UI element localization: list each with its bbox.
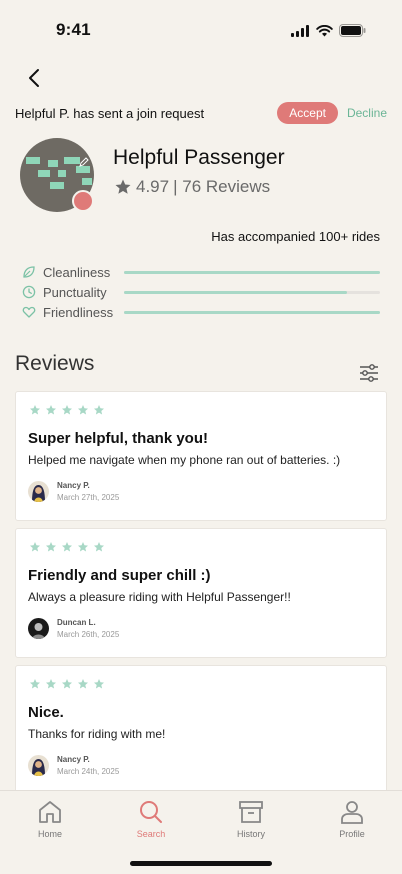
trait-label: Cleanliness [43, 264, 111, 280]
star-rating [29, 404, 374, 416]
avatar [28, 755, 49, 776]
trait-friendliness: Friendliness [22, 302, 380, 322]
sliders-icon [360, 364, 378, 382]
filter-button[interactable] [358, 362, 380, 384]
home-icon [39, 801, 61, 823]
reviewer-name: Nancy P. [57, 481, 90, 490]
tab-search[interactable]: Search [111, 799, 191, 839]
star-icon [46, 679, 56, 689]
rating-value: 4.97 [136, 177, 170, 196]
trait-bar [124, 310, 380, 314]
trait-cleanliness: Cleanliness [22, 262, 380, 282]
wifi-icon [316, 24, 333, 36]
star-icon [62, 405, 72, 415]
reviews-title: Reviews [15, 352, 95, 375]
star-icon [94, 679, 104, 689]
star-icon [30, 679, 40, 689]
review-body: Always a pleasure riding with Helpful Pa… [28, 590, 291, 604]
reviewer: Duncan L. March 26th, 2025 [28, 618, 374, 639]
archive-icon [239, 801, 263, 823]
avatar-status-badge [72, 190, 94, 212]
heart-icon [22, 306, 36, 318]
tab-label: Search [136, 829, 166, 839]
chevron-left-icon [29, 69, 39, 87]
star-icon [62, 542, 72, 552]
trait-punctuality: Punctuality [22, 282, 380, 302]
star-icon [78, 679, 88, 689]
back-button[interactable] [22, 66, 46, 90]
battery-icon [339, 24, 366, 37]
review-card[interactable]: Nice. Thanks for riding with me! Nancy P… [15, 665, 387, 790]
review-body: Helped me navigate when my phone ran out… [28, 453, 341, 467]
star-icon [62, 679, 72, 689]
status-icons [291, 24, 366, 37]
join-request-row: Helpful P. has sent a join request Accep… [15, 102, 387, 124]
status-bar: 9:41 [0, 0, 402, 54]
user-icon [341, 801, 363, 824]
home-indicator [130, 861, 272, 866]
review-title: Nice. [28, 704, 64, 721]
pencil-icon [79, 157, 89, 167]
review-card[interactable]: Friendly and super chill :) Always a ple… [15, 528, 387, 658]
reviewer: Nancy P. March 24th, 2025 [28, 755, 374, 776]
leaf-icon [23, 266, 35, 278]
review-title: Super helpful, thank you! [28, 430, 209, 447]
reviews-count: | 76 Reviews [173, 177, 271, 196]
profile-name: Helpful Passenger [113, 146, 285, 169]
avatar [28, 481, 49, 502]
search-icon [140, 801, 162, 823]
reviewer-name: Nancy P. [57, 755, 90, 764]
star-icon [94, 405, 104, 415]
reviewer-name: Duncan L. [57, 618, 96, 627]
clock-icon [22, 285, 36, 299]
tab-label: History [236, 829, 265, 839]
rating-row: 4.97 | 76 Reviews [114, 177, 270, 197]
star-rating [29, 678, 374, 690]
tab-profile[interactable]: Profile [312, 799, 392, 839]
review-card[interactable]: Super helpful, thank you! Helped me navi… [15, 391, 387, 521]
review-date: March 27th, 2025 [57, 493, 120, 502]
trait-bar [124, 270, 380, 274]
accompanied-rides: Has accompanied 100+ rides [211, 229, 380, 244]
star-icon [78, 405, 88, 415]
join-request-text: Helpful P. has sent a join request [15, 105, 205, 121]
star-icon [30, 542, 40, 552]
avatar [28, 618, 49, 639]
star-icon [46, 405, 56, 415]
trait-ratings: Cleanliness Punctuality Friendliness [22, 262, 380, 322]
tab-home[interactable]: Home [10, 799, 90, 839]
tab-label: Home [37, 829, 62, 839]
review-body: Thanks for riding with me! [28, 727, 166, 741]
trait-label: Friendliness [43, 304, 114, 320]
review-list[interactable]: Super helpful, thank you! Helped me navi… [15, 391, 387, 790]
star-icon [94, 542, 104, 552]
reviewer: Nancy P. March 27th, 2025 [28, 481, 374, 502]
star-icon [78, 542, 88, 552]
star-icon [46, 542, 56, 552]
tab-history[interactable]: History [211, 799, 291, 839]
review-title: Friendly and super chill :) [28, 567, 211, 584]
trait-bar [124, 290, 380, 294]
tab-bar: Home Search History Profile [0, 790, 402, 874]
star-rating [29, 541, 374, 553]
profile-avatar-wrap [20, 138, 94, 212]
review-date: March 24th, 2025 [57, 767, 120, 776]
trait-label: Punctuality [43, 284, 107, 300]
star-icon [30, 405, 40, 415]
decline-button[interactable]: Decline [347, 106, 387, 120]
signal-icon [291, 24, 309, 37]
status-time: 9:41 [56, 20, 91, 39]
tab-label: Profile [339, 829, 365, 839]
accept-button[interactable]: Accept [277, 102, 338, 124]
star-icon [115, 179, 131, 194]
review-date: March 26th, 2025 [57, 630, 120, 639]
